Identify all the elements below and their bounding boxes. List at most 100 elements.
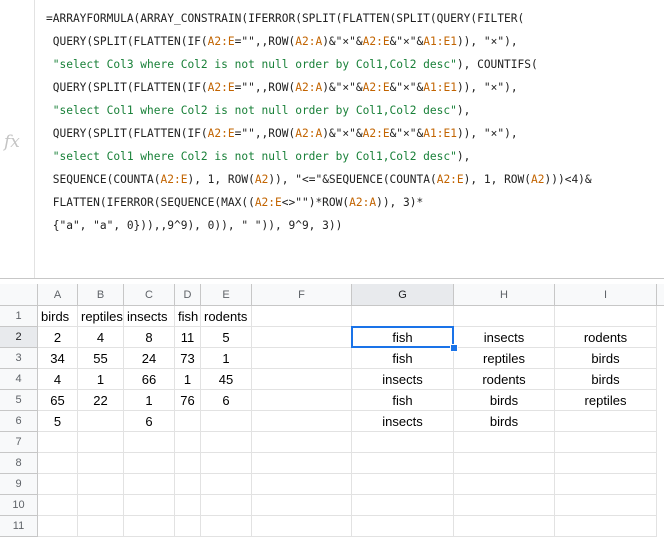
cell-c3[interactable]: 24 bbox=[124, 348, 175, 369]
cell-i4[interactable]: birds bbox=[555, 369, 657, 390]
cell-d2[interactable]: 11 bbox=[175, 327, 201, 348]
cell-h11[interactable] bbox=[454, 516, 555, 537]
cell-g10[interactable] bbox=[352, 495, 454, 516]
cell-a1[interactable]: birds bbox=[38, 306, 78, 327]
cell-f7[interactable] bbox=[252, 432, 352, 453]
cell-c6[interactable]: 6 bbox=[124, 411, 175, 432]
cell-e7[interactable] bbox=[201, 432, 252, 453]
cell-b10[interactable] bbox=[78, 495, 124, 516]
cell-d4[interactable]: 1 bbox=[175, 369, 201, 390]
cell-e8[interactable] bbox=[201, 453, 252, 474]
cell-b4[interactable]: 1 bbox=[78, 369, 124, 390]
cell-b5[interactable]: 22 bbox=[78, 390, 124, 411]
row-header-6[interactable]: 6 bbox=[0, 411, 38, 432]
fill-handle[interactable] bbox=[450, 344, 458, 352]
column-header-d[interactable]: D bbox=[175, 284, 201, 306]
cell-f6[interactable] bbox=[252, 411, 352, 432]
cell-d7[interactable] bbox=[175, 432, 201, 453]
row-header-11[interactable]: 11 bbox=[0, 516, 38, 537]
column-header-b[interactable]: B bbox=[78, 284, 124, 306]
row-header-7[interactable]: 7 bbox=[0, 432, 38, 453]
cell-c1[interactable]: insects bbox=[124, 306, 175, 327]
formula-text[interactable]: =ARRAYFORMULA(ARRAY_CONSTRAIN(IFERROR(SP… bbox=[46, 7, 592, 237]
cell-g9[interactable] bbox=[352, 474, 454, 495]
cell-c10[interactable] bbox=[124, 495, 175, 516]
cell-e4[interactable]: 45 bbox=[201, 369, 252, 390]
cell-h2[interactable]: insects bbox=[454, 327, 555, 348]
cell-g8[interactable] bbox=[352, 453, 454, 474]
cell-e6[interactable] bbox=[201, 411, 252, 432]
cell-d8[interactable] bbox=[175, 453, 201, 474]
cell-f8[interactable] bbox=[252, 453, 352, 474]
cell-g4[interactable]: insects bbox=[352, 369, 454, 390]
cell-c7[interactable] bbox=[124, 432, 175, 453]
cell-c5[interactable]: 1 bbox=[124, 390, 175, 411]
cell-d5[interactable]: 76 bbox=[175, 390, 201, 411]
column-header-a[interactable]: A bbox=[38, 284, 78, 306]
cell-d3[interactable]: 73 bbox=[175, 348, 201, 369]
cell-e11[interactable] bbox=[201, 516, 252, 537]
cell-b6[interactable] bbox=[78, 411, 124, 432]
cell-g5[interactable]: fish bbox=[352, 390, 454, 411]
row-header-1[interactable]: 1 bbox=[0, 306, 38, 327]
row-header-4[interactable]: 4 bbox=[0, 369, 38, 390]
cell-f10[interactable] bbox=[252, 495, 352, 516]
cell-g6[interactable]: insects bbox=[352, 411, 454, 432]
cell-b3[interactable]: 55 bbox=[78, 348, 124, 369]
cell-i5[interactable]: reptiles bbox=[555, 390, 657, 411]
cell-b9[interactable] bbox=[78, 474, 124, 495]
cell-a3[interactable]: 34 bbox=[38, 348, 78, 369]
column-header-g[interactable]: G bbox=[352, 284, 454, 306]
cell-h10[interactable] bbox=[454, 495, 555, 516]
cell-h7[interactable] bbox=[454, 432, 555, 453]
cell-i9[interactable] bbox=[555, 474, 657, 495]
column-header-f[interactable]: F bbox=[252, 284, 352, 306]
row-header-10[interactable]: 10 bbox=[0, 495, 38, 516]
cell-a8[interactable] bbox=[38, 453, 78, 474]
cell-b11[interactable] bbox=[78, 516, 124, 537]
formula-bar[interactable]: fx =ARRAYFORMULA(ARRAY_CONSTRAIN(IFERROR… bbox=[0, 0, 664, 279]
cell-e5[interactable]: 6 bbox=[201, 390, 252, 411]
cell-i2[interactable]: rodents bbox=[555, 327, 657, 348]
cell-b8[interactable] bbox=[78, 453, 124, 474]
cell-g11[interactable] bbox=[352, 516, 454, 537]
row-header-8[interactable]: 8 bbox=[0, 453, 38, 474]
column-header-e[interactable]: E bbox=[201, 284, 252, 306]
cell-i3[interactable]: birds bbox=[555, 348, 657, 369]
column-header-c[interactable]: C bbox=[124, 284, 175, 306]
cell-g1[interactable] bbox=[352, 306, 454, 327]
cell-i11[interactable] bbox=[555, 516, 657, 537]
column-header-h[interactable]: H bbox=[454, 284, 555, 306]
cell-d6[interactable] bbox=[175, 411, 201, 432]
cell-i6[interactable] bbox=[555, 411, 657, 432]
cell-h1[interactable] bbox=[454, 306, 555, 327]
cell-c11[interactable] bbox=[124, 516, 175, 537]
cell-h9[interactable] bbox=[454, 474, 555, 495]
row-header-3[interactable]: 3 bbox=[0, 348, 38, 369]
cell-f4[interactable] bbox=[252, 369, 352, 390]
cell-a7[interactable] bbox=[38, 432, 78, 453]
cell-d10[interactable] bbox=[175, 495, 201, 516]
cell-d1[interactable]: fish bbox=[175, 306, 201, 327]
cell-d9[interactable] bbox=[175, 474, 201, 495]
cell-h5[interactable]: birds bbox=[454, 390, 555, 411]
cell-e9[interactable] bbox=[201, 474, 252, 495]
cell-d11[interactable] bbox=[175, 516, 201, 537]
cell-h4[interactable]: rodents bbox=[454, 369, 555, 390]
cell-g7[interactable] bbox=[352, 432, 454, 453]
row-header-2[interactable]: 2 bbox=[0, 327, 38, 348]
cell-h3[interactable]: reptiles bbox=[454, 348, 555, 369]
cell-g3[interactable]: fish bbox=[352, 348, 454, 369]
cell-i10[interactable] bbox=[555, 495, 657, 516]
cell-b2[interactable]: 4 bbox=[78, 327, 124, 348]
cell-i1[interactable] bbox=[555, 306, 657, 327]
cell-c8[interactable] bbox=[124, 453, 175, 474]
cell-a9[interactable] bbox=[38, 474, 78, 495]
cell-f3[interactable] bbox=[252, 348, 352, 369]
column-header-i[interactable]: I bbox=[555, 284, 657, 306]
cell-c4[interactable]: 66 bbox=[124, 369, 175, 390]
cell-f1[interactable] bbox=[252, 306, 352, 327]
row-header-9[interactable]: 9 bbox=[0, 474, 38, 495]
select-all-corner[interactable] bbox=[0, 284, 38, 306]
cell-e2[interactable]: 5 bbox=[201, 327, 252, 348]
